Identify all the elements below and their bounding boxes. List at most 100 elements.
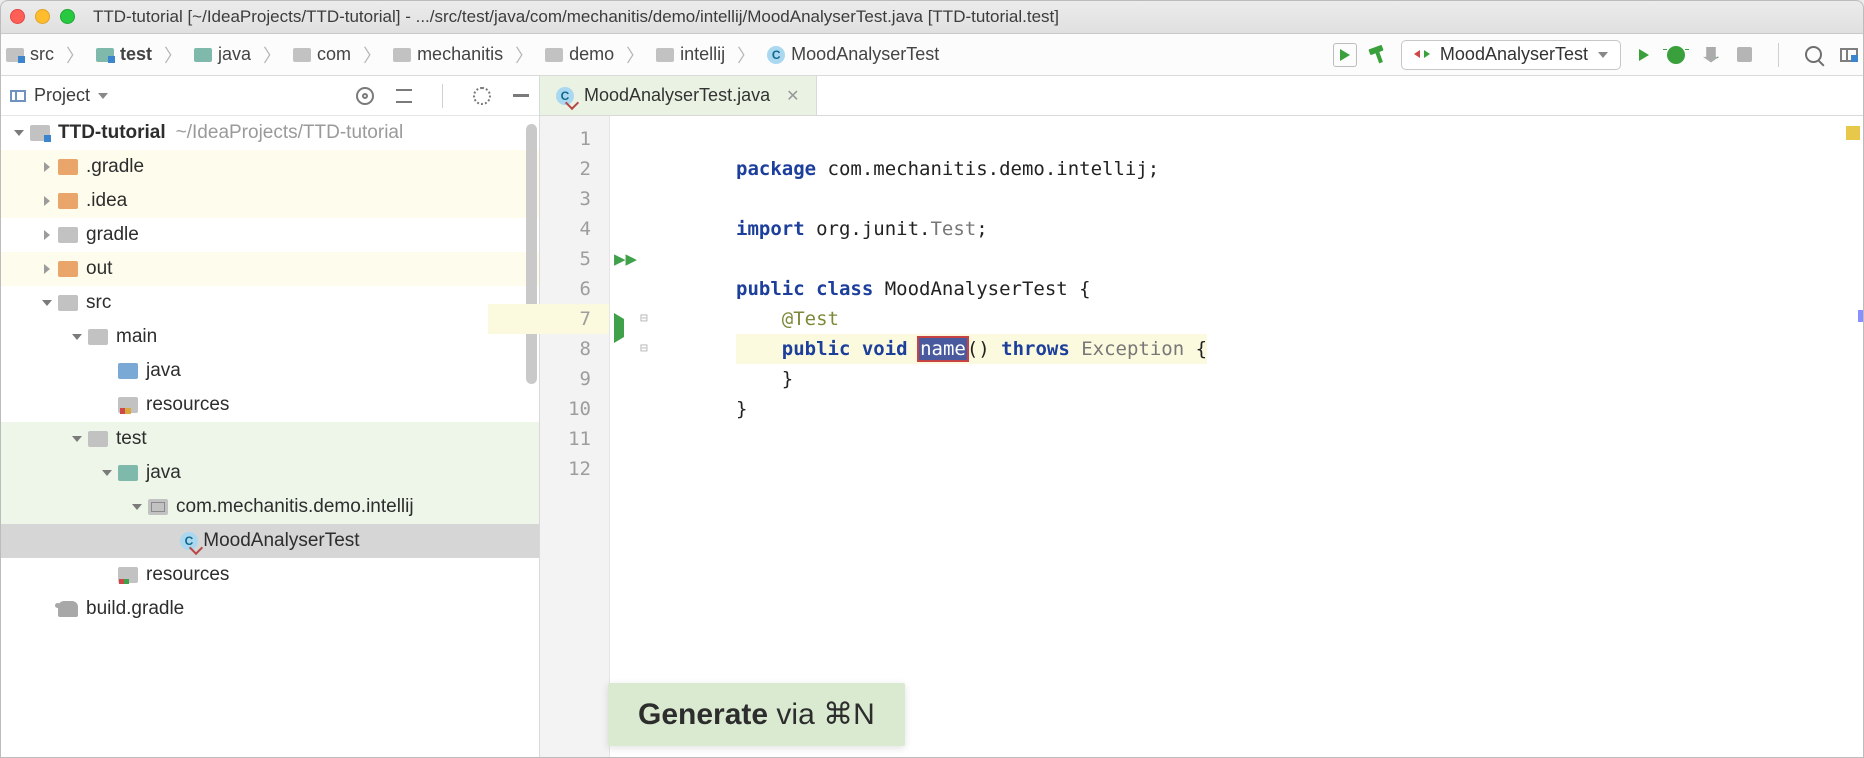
- close-tab-button[interactable]: ✕: [786, 86, 799, 106]
- folder-icon: [88, 329, 108, 345]
- tool-windows-button[interactable]: [1840, 48, 1858, 62]
- tree-root[interactable]: TTD-tutorial ~/IdeaProjects/TTD-tutorial: [0, 116, 539, 150]
- expand-icon[interactable]: [44, 230, 50, 240]
- folder-icon: [58, 227, 78, 243]
- tree-label: main: [116, 326, 157, 348]
- run-button[interactable]: [1639, 49, 1649, 61]
- build-button[interactable]: [1369, 45, 1389, 65]
- tree-node-main[interactable]: main: [0, 320, 539, 354]
- breadcrumb-intellij[interactable]: intellij〉: [656, 42, 755, 68]
- run-context-button[interactable]: [1333, 43, 1357, 67]
- breadcrumb-com[interactable]: com〉: [293, 42, 381, 68]
- annotation: @Test: [782, 308, 839, 330]
- tree-label: out: [86, 258, 112, 280]
- breadcrumb-label: mechanitis: [417, 44, 503, 65]
- expand-icon[interactable]: [44, 264, 50, 274]
- tree-node-gradle[interactable]: gradle: [0, 218, 539, 252]
- breadcrumb-src[interactable]: src〉: [6, 42, 84, 68]
- debug-button[interactable]: [1667, 46, 1685, 64]
- import-path: org.junit.: [805, 218, 931, 240]
- minimize-window-button[interactable]: [35, 9, 50, 24]
- select-opened-file-button[interactable]: [356, 87, 374, 105]
- module-icon: [6, 48, 24, 62]
- code-content[interactable]: package com.mechanitis.demo.intellij; im…: [610, 116, 1207, 758]
- tree-node-gradle-dot[interactable]: .gradle: [0, 150, 539, 184]
- breadcrumb-class[interactable]: C MoodAnalyserTest: [767, 44, 939, 65]
- breadcrumb-label: demo: [569, 44, 614, 65]
- expand-icon[interactable]: [72, 334, 82, 340]
- tree-node-class-selected[interactable]: C MoodAnalyserTest: [0, 524, 539, 558]
- tree-label: resources: [146, 564, 229, 586]
- expand-icon[interactable]: [14, 130, 24, 136]
- expand-icon[interactable]: [44, 196, 50, 206]
- shortcut-tip-overlay: Generate via ⌘N: [608, 683, 905, 746]
- line-number: 3: [540, 184, 591, 214]
- close-window-button[interactable]: [10, 9, 25, 24]
- tab-filename: MoodAnalyserTest.java: [584, 85, 770, 106]
- tree-node-test-resources[interactable]: resources: [0, 558, 539, 592]
- breadcrumb-mechanitis[interactable]: mechanitis〉: [393, 42, 533, 68]
- chevron-down-icon[interactable]: [98, 93, 108, 99]
- tree-node-src[interactable]: src: [0, 286, 539, 320]
- tree-node-main-java[interactable]: java: [0, 354, 539, 388]
- test-resources-folder-icon: [118, 567, 138, 583]
- hide-panel-button[interactable]: [513, 94, 529, 97]
- project-panel-title[interactable]: Project: [34, 85, 90, 106]
- expand-icon[interactable]: [102, 470, 112, 476]
- tree-node-main-resources[interactable]: resources: [0, 388, 539, 422]
- breadcrumb-demo[interactable]: demo〉: [545, 42, 644, 68]
- method-name-selected[interactable]: name: [919, 338, 967, 360]
- breadcrumb-test[interactable]: test〉: [96, 42, 182, 68]
- play-icon: [1340, 49, 1350, 61]
- test-source-folder-icon: [118, 465, 138, 481]
- folder-icon: [88, 431, 108, 447]
- breadcrumb-label: test: [120, 44, 152, 65]
- expand-icon[interactable]: [132, 504, 142, 510]
- error-stripe-mark[interactable]: [1858, 310, 1864, 322]
- project-tree[interactable]: TTD-tutorial ~/IdeaProjects/TTD-tutorial…: [0, 116, 539, 758]
- package-icon: [393, 48, 411, 62]
- stop-button[interactable]: [1737, 47, 1752, 62]
- editor-tab-active[interactable]: C MoodAnalyserTest.java ✕: [540, 76, 817, 115]
- fold-start-icon[interactable]: ⊟: [640, 304, 658, 334]
- title-bar: TTD-tutorial [~/IdeaProjects/TTD-tutoria…: [0, 0, 1864, 34]
- run-class-gutter-icon[interactable]: ▶▶: [614, 244, 642, 274]
- tree-node-build-gradle[interactable]: build.gradle: [0, 592, 539, 626]
- tree-node-test-java[interactable]: java: [0, 456, 539, 490]
- tree-node-out[interactable]: out: [0, 252, 539, 286]
- run-configuration-selector[interactable]: MoodAnalyserTest: [1401, 40, 1621, 70]
- code-area[interactable]: 1 2 3 4 5 6 7 8 9 10 11 12 ▶▶ ⊟: [540, 116, 1864, 758]
- folder-icon: [58, 261, 78, 277]
- folder-icon: [58, 159, 78, 175]
- breadcrumb-java[interactable]: java〉: [194, 42, 281, 68]
- scrollbar-thumb[interactable]: [526, 124, 537, 384]
- settings-button[interactable]: [473, 87, 491, 105]
- run-with-coverage-button[interactable]: [1703, 47, 1719, 63]
- brace-close: }: [782, 368, 793, 390]
- window-title: TTD-tutorial [~/IdeaProjects/TTD-tutoria…: [93, 7, 1059, 27]
- expand-icon[interactable]: [42, 300, 52, 306]
- project-tool-window: Project TTD-tutorial ~/IdeaProjects/TTD-…: [0, 76, 540, 758]
- kw-import: import: [736, 218, 805, 240]
- line-number: 10: [540, 394, 591, 424]
- tree-node-idea[interactable]: .idea: [0, 184, 539, 218]
- inspection-status-icon[interactable]: [1846, 126, 1860, 140]
- package-icon: [148, 499, 168, 515]
- zoom-window-button[interactable]: [60, 9, 75, 24]
- expand-icon[interactable]: [44, 162, 50, 172]
- run-test-gutter-icon[interactable]: [614, 313, 642, 343]
- breadcrumb-label: src: [30, 44, 54, 65]
- fold-gutter: ⊟ ⊟: [640, 124, 658, 364]
- folder-icon: [194, 48, 212, 62]
- search-everywhere-button[interactable]: [1805, 46, 1822, 63]
- expand-icon[interactable]: [72, 436, 82, 442]
- fold-end-icon[interactable]: ⊟: [640, 334, 658, 364]
- tree-label: java: [146, 360, 181, 382]
- folder-icon: [58, 295, 78, 311]
- collapse-all-button[interactable]: [396, 89, 412, 103]
- tree-node-test[interactable]: test: [0, 422, 539, 456]
- import-class: Test: [930, 218, 976, 240]
- line-number-gutter[interactable]: 1 2 3 4 5 6 7 8 9 10 11 12: [540, 116, 610, 758]
- kw-package: package: [736, 158, 816, 180]
- tree-node-package[interactable]: com.mechanitis.demo.intellij: [0, 490, 539, 524]
